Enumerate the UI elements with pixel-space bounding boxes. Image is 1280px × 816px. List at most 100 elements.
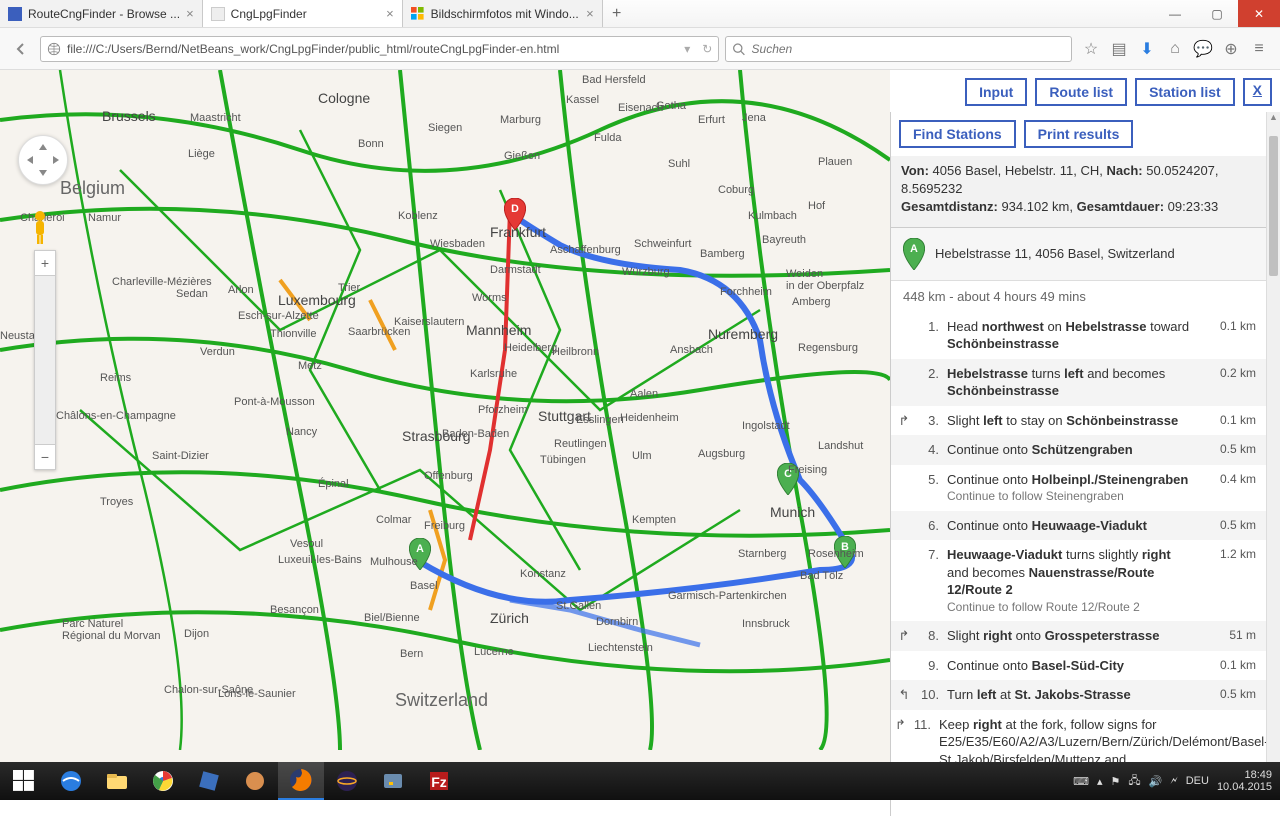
tab-label: CngLpgFinder xyxy=(231,7,380,21)
direction-step[interactable]: 5.Continue onto Holbeinpl./Steinengraben… xyxy=(891,465,1266,511)
city-label: Ingolstadt xyxy=(742,420,790,432)
direction-step[interactable]: 7.Heuwaage-Viadukt turns slightly right … xyxy=(891,540,1266,621)
close-icon[interactable]: × xyxy=(386,6,394,21)
start-button[interactable] xyxy=(0,762,48,800)
city-label: Garmisch-Partenkirchen xyxy=(668,590,787,602)
minimize-button[interactable]: — xyxy=(1154,0,1196,27)
city-label: Charleville-Mézières xyxy=(112,276,212,288)
step-text: Heuwaage-Viadukt turns slightly right an… xyxy=(947,546,1194,615)
reader-icon[interactable]: ▤ xyxy=(1106,36,1132,62)
addon-icon[interactable]: ⊕ xyxy=(1218,36,1244,62)
zoom-out-button[interactable]: − xyxy=(35,445,55,469)
city-label: Épinal xyxy=(318,478,349,490)
tray-up-icon[interactable]: ▴ xyxy=(1097,775,1103,788)
direction-step[interactable]: ↰10.Turn left at St. Jakobs-Strasse0.5 k… xyxy=(891,680,1266,710)
directions-scroll[interactable]: A Hebelstrasse 11, 4056 Basel, Switzerla… xyxy=(891,228,1280,816)
step-number: 7. xyxy=(921,546,939,615)
direction-step[interactable]: 2.Hebelstrasse turns left and becomes Sc… xyxy=(891,359,1266,406)
task-filezilla-icon[interactable]: Fz xyxy=(416,762,462,800)
task-app2-icon[interactable] xyxy=(370,762,416,800)
step-number: 8. xyxy=(921,627,939,645)
scrollbar-thumb[interactable] xyxy=(1269,136,1278,276)
svg-text:A: A xyxy=(910,243,918,255)
city-label: Pforzheim xyxy=(478,404,528,416)
svg-text:D: D xyxy=(511,203,519,215)
tray-network-icon[interactable]: 🖧 xyxy=(1128,772,1140,791)
tray-clock[interactable]: 18:49 10.04.2015 xyxy=(1217,769,1272,793)
pan-control[interactable] xyxy=(18,135,68,185)
new-tab-button[interactable]: + xyxy=(603,0,631,27)
back-button[interactable] xyxy=(8,36,34,62)
city-label: Bad Hersfeld xyxy=(582,74,646,86)
city-label: Ansbach xyxy=(670,344,713,356)
chat-icon[interactable]: 💬 xyxy=(1190,36,1216,62)
close-window-button[interactable]: ✕ xyxy=(1238,0,1280,27)
tab-bildschirmfotos[interactable]: Bildschirmfotos mit Windo... × xyxy=(403,0,603,27)
direction-step[interactable]: 1.Head northwest on Hebelstrasse toward … xyxy=(891,312,1266,359)
city-label: Karlsruhe xyxy=(470,368,517,380)
city-label: Augsburg xyxy=(698,448,745,460)
pegman-icon[interactable] xyxy=(28,210,52,246)
system-tray: ⌨ ▴ ⚑ 🖧 🔊 🗲 DEU 18:49 10.04.2015 xyxy=(1065,762,1280,800)
url-field[interactable]: file:///C:/Users/Bernd/NetBeans_work/Cng… xyxy=(40,36,719,62)
city-label: Brussels xyxy=(102,108,156,124)
home-icon[interactable]: ⌂ xyxy=(1162,36,1188,62)
downloads-icon[interactable]: ⬇ xyxy=(1134,36,1160,62)
maximize-button[interactable]: ▢ xyxy=(1196,0,1238,27)
direction-step[interactable]: ↱8.Slight right onto Grosspeterstrasse51… xyxy=(891,621,1266,651)
segment-info: 448 km - about 4 hours 49 mins xyxy=(891,281,1266,312)
city-label: Schweinfurt xyxy=(634,238,691,250)
zoom-in-button[interactable]: + xyxy=(35,251,55,275)
task-firefox-icon[interactable] xyxy=(278,762,324,800)
step-distance: 0.5 km xyxy=(1202,441,1256,459)
task-chrome-icon[interactable] xyxy=(140,762,186,800)
tray-lang[interactable]: DEU xyxy=(1186,775,1209,787)
origin-row[interactable]: A Hebelstrasse 11, 4056 Basel, Switzerla… xyxy=(891,228,1266,281)
tray-volume-icon[interactable]: 🔊 xyxy=(1149,775,1163,788)
bookmark-icon[interactable]: ☆ xyxy=(1078,36,1104,62)
city-label: Weiden in der Oberpfalz xyxy=(786,268,864,292)
maneuver-icon: ↱ xyxy=(895,627,913,645)
city-label: Würzburg xyxy=(622,266,670,278)
direction-step[interactable]: 6.Continue onto Heuwaage-Viadukt0.5 km xyxy=(891,511,1266,541)
city-label: Nancy xyxy=(286,426,317,438)
task-explorer-icon[interactable] xyxy=(94,762,140,800)
task-eclipse-icon[interactable] xyxy=(324,762,370,800)
print-results-button[interactable]: Print results xyxy=(1024,120,1134,148)
close-icon[interactable]: × xyxy=(586,6,594,21)
city-label: Colmar xyxy=(376,514,411,526)
city-label: Châlons-en-Champagne xyxy=(56,410,176,422)
tray-keyboard-icon[interactable]: ⌨ xyxy=(1073,775,1089,788)
favicon-icon xyxy=(411,7,425,21)
task-vbox-icon[interactable] xyxy=(186,762,232,800)
tray-battery-icon[interactable]: 🗲 xyxy=(1170,775,1177,788)
close-icon[interactable]: × xyxy=(186,6,194,21)
reload-icon[interactable]: ↻ xyxy=(702,42,712,56)
close-panel-button[interactable]: X xyxy=(1243,78,1272,106)
find-stations-button[interactable]: Find Stations xyxy=(899,120,1016,148)
task-app1-icon[interactable] xyxy=(232,762,278,800)
city-label: Eisenach xyxy=(618,102,663,114)
task-ie-icon[interactable] xyxy=(48,762,94,800)
city-label: Sedan xyxy=(176,288,208,300)
search-field[interactable] xyxy=(725,36,1072,62)
menu-icon[interactable]: ≡ xyxy=(1246,36,1272,62)
direction-step[interactable]: 9.Continue onto Basel-Süd-City0.1 km xyxy=(891,651,1266,681)
direction-step[interactable]: ↱3.Slight left to stay on Schönbeinstras… xyxy=(891,406,1266,436)
route-list-button[interactable]: Route list xyxy=(1035,78,1127,106)
tab-routecngfinder[interactable]: RouteCngFinder - Browse ... × xyxy=(0,0,203,27)
tab-cnglpgfinder[interactable]: CngLpgFinder × xyxy=(203,0,403,27)
zoom-slider[interactable] xyxy=(35,275,55,445)
dropdown-icon[interactable]: ▾ xyxy=(684,42,690,56)
panel-scrollbar[interactable]: ▲ xyxy=(1266,112,1280,774)
direction-step[interactable]: 4.Continue onto Schützengraben0.5 km xyxy=(891,435,1266,465)
station-list-button[interactable]: Station list xyxy=(1135,78,1235,106)
input-button[interactable]: Input xyxy=(965,78,1027,106)
tray-flag-icon[interactable]: ⚑ xyxy=(1111,775,1121,788)
map-canvas[interactable]: A B C D Belgium Switzerland Brussels Maa… xyxy=(0,70,890,774)
city-label: Bad Tölz xyxy=(800,570,843,582)
maneuver-icon xyxy=(895,441,913,459)
city-label: Chalon-sur-Saône xyxy=(164,684,253,696)
search-input[interactable] xyxy=(752,42,1065,56)
step-number: 2. xyxy=(921,365,939,400)
